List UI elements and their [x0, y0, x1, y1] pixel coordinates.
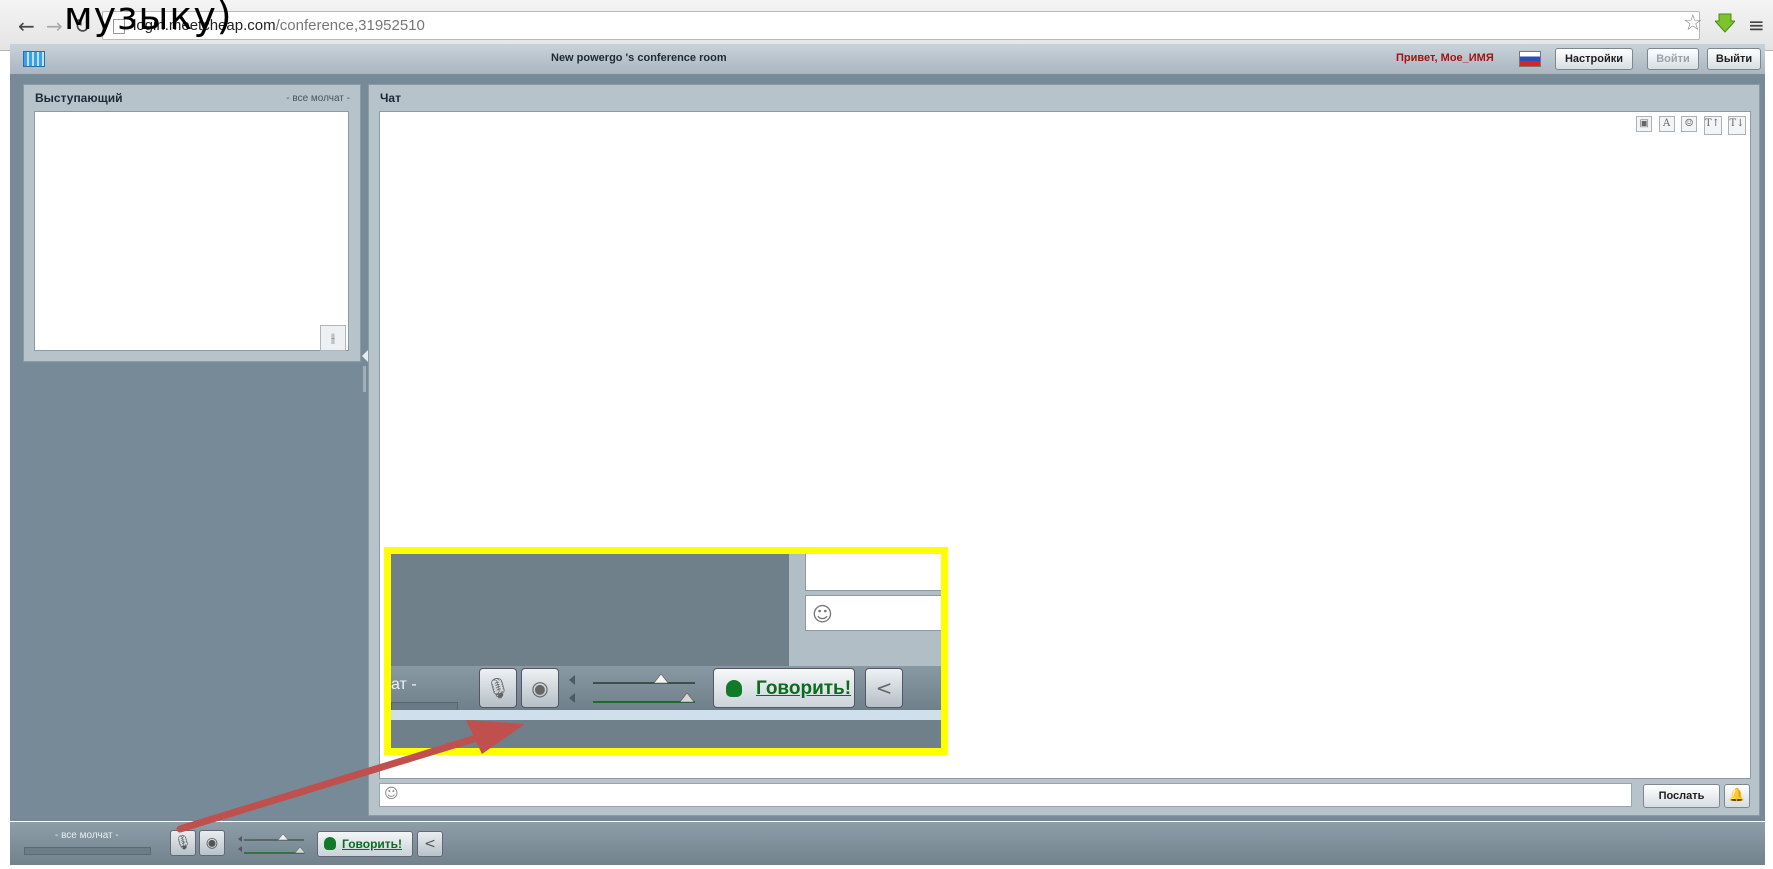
volume-sliders[interactable] [238, 829, 306, 859]
microphone-button[interactable]: 🎙 [170, 830, 196, 856]
speaker-head-icon [324, 837, 336, 850]
bell-button[interactable]: 🔔 [1724, 784, 1750, 808]
back-button[interactable]: ← [18, 14, 35, 38]
font-increase-icon[interactable]: T↑ [1703, 116, 1722, 135]
app-logo[interactable] [23, 51, 45, 67]
callout-chat-input: ☺ [805, 595, 941, 631]
bookmark-star-icon[interactable]: ☆ [1683, 11, 1703, 36]
equalizer-icon[interactable]: ⫲ [320, 325, 346, 351]
callout-bottom-strip [391, 710, 941, 720]
callout-microphone-icon: 🎙 [479, 668, 517, 708]
bottom-toolbar: - все молчат - 🎙 ◉ Говорить! < [10, 822, 1765, 865]
chat-panel-title: Чат [380, 91, 401, 105]
callout-chat-fragment: ☺ [789, 554, 941, 666]
callout-share-icon: < [865, 668, 903, 708]
speaker-panel: Выступающий - все молчат - ⫲ [23, 84, 361, 362]
emoticon-tool-icon[interactable]: ☺ [1681, 116, 1698, 132]
download-extension-icon[interactable] [1715, 12, 1735, 34]
webcam-button[interactable]: ◉ [199, 830, 225, 856]
callout-speak-button: Говорить! [713, 668, 855, 708]
overlay-caption: музыку) [64, 0, 233, 38]
callout-speaker-head-icon [726, 680, 742, 697]
image-tool-icon[interactable]: ▣ [1636, 116, 1653, 132]
browser-menu-icon[interactable]: ≡ [1748, 13, 1765, 37]
speak-label: Говорить! [342, 837, 403, 851]
speak-button[interactable]: Говорить! [317, 831, 413, 857]
speaker-video-area [34, 111, 349, 351]
callout-webcam-icon: ◉ [521, 668, 559, 708]
chat-tools: ▣ A ☺ T↑ T↓ [1634, 116, 1746, 135]
font-tool-icon[interactable]: A [1658, 116, 1675, 132]
callout-emoticon-icon: ☺ [812, 602, 833, 626]
forward-button[interactable]: → [46, 14, 63, 38]
bottom-status: - все молчат - [55, 830, 119, 841]
font-decrease-icon[interactable]: T↓ [1728, 116, 1746, 135]
login-button[interactable]: Войти [1647, 48, 1699, 70]
audio-level-meter [24, 847, 151, 855]
callout-volume-sliders [569, 673, 695, 703]
callout-chat-area [805, 554, 941, 591]
share-button[interactable]: < [417, 831, 443, 857]
chat-input[interactable]: ☺ [379, 783, 1632, 807]
user-greeting: Привет, Мое_ИМЯ [1396, 52, 1494, 64]
logout-button[interactable]: Выйти [1707, 48, 1761, 70]
conference-title: New powergo 's conference room [551, 52, 727, 64]
callout-toolbar: ат - 🎙 ◉ Говорить! < [391, 666, 941, 712]
address-bar[interactable]: login.meetcheap.com/conference,31952510 [102, 11, 1700, 40]
callout-speak-label: Говорить! [756, 678, 852, 699]
app-header: New powergo 's conference room Привет, М… [10, 44, 1765, 75]
settings-button[interactable]: Настройки [1555, 48, 1633, 70]
emoticon-picker-icon[interactable]: ☺ [384, 786, 399, 802]
speaker-status: - все молчат - [286, 93, 350, 104]
highlight-callout: ☺ ат - 🎙 ◉ Говорить! < [384, 547, 948, 755]
speaker-panel-title: Выступающий [35, 91, 123, 105]
callout-status: ат - [391, 676, 417, 693]
send-button[interactable]: Послать [1643, 784, 1720, 808]
language-flag-icon[interactable] [1519, 51, 1541, 67]
url-path: /conference,31952510 [275, 17, 425, 34]
